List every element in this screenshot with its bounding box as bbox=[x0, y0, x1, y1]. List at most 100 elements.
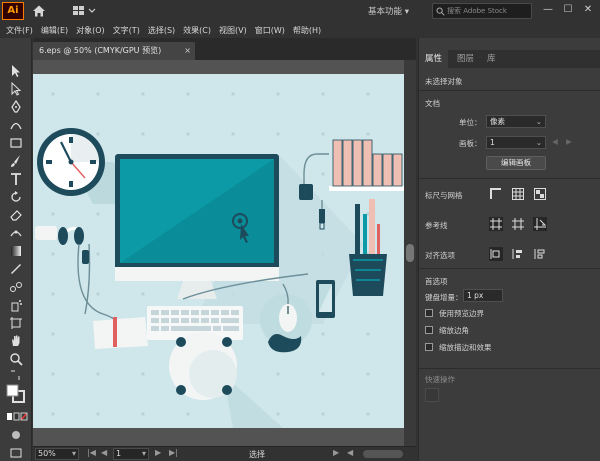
align-to-key-object-icon[interactable] bbox=[511, 247, 525, 261]
artboard-select[interactable]: 1 ⌄ bbox=[486, 136, 546, 149]
align-options-label: 对齐选项 bbox=[425, 251, 455, 260]
menu-window[interactable]: 窗口(W) bbox=[255, 25, 285, 36]
show-guides-icon[interactable] bbox=[489, 217, 503, 231]
search-icon bbox=[436, 7, 445, 16]
menu-type[interactable]: 文字(T) bbox=[113, 25, 140, 36]
divider bbox=[419, 268, 600, 269]
next-artboard-arrow-icon[interactable]: ▶ bbox=[566, 137, 572, 146]
eyedropper-tool-icon[interactable] bbox=[9, 262, 23, 276]
transparency-grid-icon[interactable] bbox=[533, 187, 547, 201]
tab-properties[interactable]: 属性 bbox=[419, 50, 449, 68]
artboard-number-select[interactable]: 1 ▾ bbox=[113, 448, 149, 460]
title-bar: Ai 基本功能 ▾ 搜索 Adobe Stock — ☐ ✕ bbox=[0, 0, 600, 22]
tab-libraries[interactable]: 库 bbox=[481, 50, 502, 68]
type-tool-icon[interactable] bbox=[9, 172, 23, 186]
status-bar: 50% ▾ |◀ ◀ 1 ▾ ▶ ▶| 选择 ▶ ◀ bbox=[33, 446, 416, 461]
prev-artboard-arrow-icon[interactable]: ◀ bbox=[552, 137, 558, 146]
curvature-tool-icon[interactable] bbox=[9, 118, 23, 132]
quick-actions-placeholder bbox=[425, 388, 439, 402]
first-artboard-icon[interactable]: |◀ bbox=[87, 448, 96, 457]
preview-bounds-label: 使用预览边界 bbox=[439, 309, 484, 318]
menu-edit[interactable]: 编辑(E) bbox=[41, 25, 68, 36]
arrange-documents-icon[interactable] bbox=[72, 5, 98, 17]
status-text: 选择 bbox=[249, 450, 265, 459]
menu-effect[interactable]: 效果(C) bbox=[183, 25, 211, 36]
drawing-mode-icon[interactable] bbox=[9, 428, 23, 442]
zoom-level-select[interactable]: 50% ▾ bbox=[35, 448, 79, 460]
home-icon[interactable] bbox=[32, 4, 46, 18]
document-section-title: 文档 bbox=[425, 99, 440, 108]
workspace-switcher[interactable]: 基本功能 ▾ bbox=[368, 5, 409, 17]
scale-corners-label: 缩放边角 bbox=[439, 326, 469, 335]
blend-tool-icon[interactable] bbox=[9, 280, 23, 294]
app-logo: Ai bbox=[2, 2, 24, 20]
gradient-tool-icon[interactable] bbox=[9, 244, 23, 258]
unit-select[interactable]: 像素 ⌄ bbox=[486, 115, 546, 128]
status-play-icon[interactable]: ▶ bbox=[333, 448, 339, 457]
align-to-artboard-icon[interactable] bbox=[533, 247, 547, 261]
prev-artboard-icon[interactable]: ◀ bbox=[101, 448, 107, 457]
keyboard-increment-label: 键盘增量： bbox=[425, 293, 463, 302]
stock-search-input[interactable]: 搜索 Adobe Stock bbox=[432, 3, 532, 19]
panel-tabs: 属性 图层 库 bbox=[419, 50, 600, 68]
guides-label: 参考线 bbox=[425, 221, 448, 230]
minimize-button[interactable]: — bbox=[540, 2, 556, 18]
vertical-scrollbar[interactable] bbox=[404, 60, 416, 446]
symbol-sprayer-tool-icon[interactable] bbox=[9, 298, 23, 312]
rulers-icon[interactable] bbox=[489, 187, 503, 201]
vertical-scroll-thumb[interactable] bbox=[406, 244, 414, 262]
direct-selection-tool-icon[interactable] bbox=[9, 82, 23, 96]
canvas-area[interactable] bbox=[33, 60, 404, 446]
properties-panel: 属性 图层 库 未选择对象 文档 单位： 像素 ⌄ 画板： 1 ⌄ ◀ ▶ 编辑画板… bbox=[418, 38, 600, 461]
close-tab-icon[interactable]: × bbox=[184, 42, 191, 60]
menu-help[interactable]: 帮助(H) bbox=[293, 25, 321, 36]
menu-file[interactable]: 文件(F) bbox=[6, 25, 33, 36]
rotate-tool-icon[interactable] bbox=[9, 190, 23, 204]
tools-panel bbox=[0, 38, 32, 461]
scale-strokes-label: 缩放描边和效果 bbox=[439, 343, 492, 352]
lock-guides-icon[interactable] bbox=[511, 217, 525, 231]
artboard-tool-icon[interactable] bbox=[9, 316, 23, 330]
divider bbox=[419, 178, 600, 179]
restore-button[interactable]: ☐ bbox=[560, 2, 576, 18]
menu-bar: 文件(F) 编辑(E) 对象(O) 文字(T) 选择(S) 效果(C) 视图(V… bbox=[0, 22, 600, 38]
edit-artboards-button[interactable]: 编辑画板 bbox=[486, 156, 546, 170]
keyboard-increment-input[interactable]: 1 px bbox=[463, 289, 503, 302]
align-to-selection-icon[interactable] bbox=[489, 247, 503, 261]
rulers-grids-label: 标尺与网格 bbox=[425, 191, 463, 200]
menu-object[interactable]: 对象(O) bbox=[76, 25, 105, 36]
smart-guides-icon[interactable] bbox=[533, 217, 547, 231]
screen-mode-icon[interactable] bbox=[9, 446, 23, 460]
fill-stroke-swatch-icon[interactable] bbox=[6, 384, 26, 404]
eraser-tool-icon[interactable] bbox=[9, 208, 23, 222]
last-artboard-icon[interactable]: ▶| bbox=[169, 448, 178, 457]
paintbrush-tool-icon[interactable] bbox=[9, 154, 23, 168]
next-artboard-icon[interactable]: ▶ bbox=[155, 448, 161, 457]
menu-view[interactable]: 视图(V) bbox=[219, 25, 247, 36]
rectangle-tool-icon[interactable] bbox=[9, 136, 23, 150]
phone-illustration bbox=[316, 280, 335, 318]
width-tool-icon[interactable] bbox=[9, 226, 23, 240]
horizontal-scroll-thumb[interactable] bbox=[363, 450, 403, 458]
close-button[interactable]: ✕ bbox=[580, 2, 596, 18]
scale-corners-checkbox[interactable] bbox=[425, 326, 433, 334]
document-tab[interactable]: 6.eps @ 50% (CMYK/GPU 预览) × bbox=[33, 42, 195, 60]
artboard[interactable] bbox=[33, 74, 404, 428]
status-menu-icon[interactable]: ◀ bbox=[347, 448, 353, 457]
swap-colors-icon[interactable] bbox=[9, 368, 23, 382]
divider bbox=[419, 90, 600, 91]
scale-strokes-checkbox[interactable] bbox=[425, 343, 433, 351]
hand-tool-icon[interactable] bbox=[9, 334, 23, 348]
color-mode-icon[interactable] bbox=[6, 410, 28, 424]
selection-tool-icon[interactable] bbox=[9, 64, 23, 78]
no-selection-label: 未选择对象 bbox=[425, 77, 463, 86]
unit-label: 单位： bbox=[459, 118, 482, 127]
preview-bounds-checkbox[interactable] bbox=[425, 309, 433, 317]
divider bbox=[419, 368, 600, 369]
tab-layers[interactable]: 图层 bbox=[451, 50, 480, 68]
grid-icon[interactable] bbox=[511, 187, 525, 201]
zoom-tool-icon[interactable] bbox=[9, 352, 23, 366]
quick-actions-title: 快速操作 bbox=[425, 375, 455, 384]
pen-tool-icon[interactable] bbox=[9, 100, 23, 114]
menu-select[interactable]: 选择(S) bbox=[148, 25, 175, 36]
